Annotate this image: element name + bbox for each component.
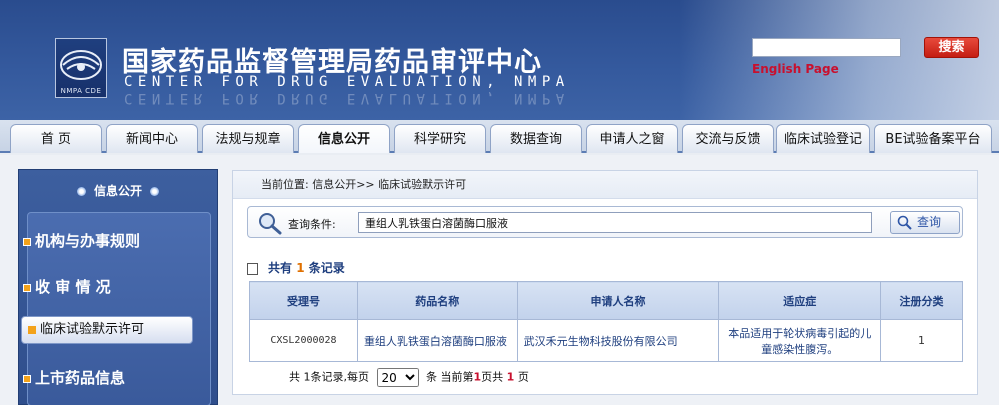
col-acceptance-no[interactable]: 受理号 — [249, 281, 358, 320]
query-label: 查询条件: — [288, 218, 336, 231]
pagination: 共 1条记录,每页 20 条 当前第1页共 1 页 — [289, 368, 529, 387]
cell-indication: 本品适用于轮状病毒引起的儿童感染性腹泻。 — [718, 319, 882, 362]
site-title-en-reflection: CENTER FOR DRUG EVALUATION, NMPA — [124, 90, 570, 106]
english-page-link[interactable]: English Page — [752, 62, 839, 76]
square-bullet-icon — [23, 237, 31, 246]
tab-research[interactable]: 科学研究 — [394, 124, 486, 153]
bullet-dot-icon — [150, 187, 159, 196]
tab-data-query[interactable]: 数据查询 — [490, 124, 582, 153]
square-bullet-icon — [23, 283, 31, 292]
content-panel: 当前位置: 信息公开>> 临床试验默示许可 查询条件: 查询 共有 1 条记录 … — [232, 170, 978, 395]
document-icon — [247, 262, 258, 275]
table-row[interactable]: CXSL2000028 重组人乳铁蛋白溶菌酶口服液 武汉禾元生物科技股份有限公司… — [249, 319, 963, 362]
cell-applicant: 武汉禾元生物科技股份有限公司 — [516, 319, 720, 362]
query-input[interactable] — [358, 212, 872, 233]
breadcrumb: 当前位置: 信息公开>> 临床试验默示许可 — [233, 171, 977, 199]
tab-home[interactable]: 首 页 — [10, 124, 102, 153]
magnifier-icon — [259, 213, 282, 235]
query-button[interactable]: 查询 — [890, 211, 960, 234]
total-pages: 1 — [506, 370, 515, 384]
tab-applicant-window[interactable]: 申请人之窗 — [586, 124, 678, 153]
cell-acceptance-no: CXSL2000028 — [249, 319, 358, 362]
col-category[interactable]: 注册分类 — [880, 281, 963, 320]
tab-be-platform[interactable]: BE试验备案平台 — [874, 124, 992, 153]
square-bullet-icon — [23, 374, 31, 383]
site-header: NMPA CDE 国家药品监督管理局药品审评中心 CENTER FOR DRUG… — [0, 0, 999, 120]
table-header-row: 受理号 药品名称 申请人名称 适应症 注册分类 — [249, 281, 963, 320]
col-drug-name[interactable]: 药品名称 — [356, 281, 518, 320]
header-glow — [679, 0, 999, 120]
sidebar-item-marketed-drugs[interactable]: 上市药品信息 — [23, 367, 125, 388]
search-icon — [897, 215, 912, 230]
results-table: 受理号 药品名称 申请人名称 适应症 注册分类 CXSL2000028 重组人乳… — [249, 281, 963, 362]
square-bullet-icon — [28, 325, 36, 334]
bullet-dot-icon — [76, 187, 86, 196]
records-count: 1 — [296, 261, 305, 275]
sidebar-item-institutions[interactable]: 机构与办事规则 — [23, 230, 140, 251]
nmpa-logo[interactable]: NMPA CDE — [55, 38, 107, 98]
sidebar-item-acceptance[interactable]: 收 审 情 况 — [23, 276, 111, 297]
site-search-input[interactable] — [752, 38, 901, 57]
tab-news[interactable]: 新闻中心 — [106, 124, 198, 153]
tab-info-disclosure[interactable]: 信息公开 — [298, 124, 390, 153]
col-applicant[interactable]: 申请人名称 — [516, 281, 720, 320]
cell-drug-name[interactable]: 重组人乳铁蛋白溶菌酶口服液 — [356, 319, 518, 362]
current-page: 1 — [473, 370, 482, 384]
page-size-select[interactable]: 20 — [376, 368, 419, 387]
eye-emblem-icon — [60, 50, 102, 80]
site-search-button[interactable]: 搜索 — [924, 37, 979, 58]
sidebar-title: 信息公开 — [19, 170, 217, 212]
cell-category: 1 — [880, 319, 963, 362]
sidebar-item-clinical-approval[interactable]: 临床试验默示许可 — [21, 316, 193, 344]
logo-caption: NMPA CDE — [60, 87, 102, 95]
query-bar: 查询条件: 查询 — [247, 206, 963, 238]
col-indication[interactable]: 适应症 — [718, 281, 882, 320]
tab-feedback[interactable]: 交流与反馈 — [682, 124, 774, 153]
main-nav: 首 页 新闻中心 法规与规章 信息公开 科学研究 数据查询 申请人之窗 交流与反… — [0, 120, 999, 153]
records-summary: 共有 1 条记录 — [247, 259, 345, 276]
tab-clinical-registration[interactable]: 临床试验登记 — [776, 124, 870, 153]
tab-regulations[interactable]: 法规与规章 — [202, 124, 294, 153]
site-title-en: CENTER FOR DRUG EVALUATION, NMPA — [124, 74, 570, 90]
